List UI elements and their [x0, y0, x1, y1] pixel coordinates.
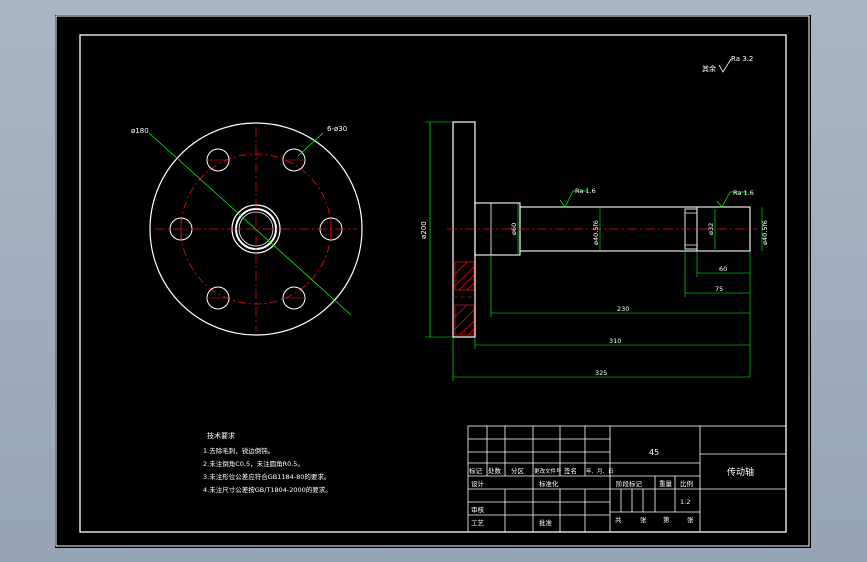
flange-view: ø180 6-ø30 — [131, 122, 363, 336]
svg-text:张: 张 — [640, 515, 647, 524]
drawing-canvas: 其余 Ra 3.2 ø180 6-ø30 ø200 ø60 ø40.5f6 ø3… — [55, 15, 810, 547]
svg-text:更改文件号: 更改文件号 — [534, 467, 562, 475]
svg-text:ø40.5f6: ø40.5f6 — [592, 220, 600, 245]
svg-text:ø60: ø60 — [510, 223, 518, 235]
svg-text:处数: 处数 — [488, 466, 502, 475]
svg-text:1.去除毛刺，锐边倒钝。: 1.去除毛刺，锐边倒钝。 — [203, 446, 274, 455]
svg-text:75: 75 — [715, 285, 723, 293]
svg-text:325: 325 — [595, 369, 607, 377]
svg-text:60: 60 — [719, 265, 727, 273]
cad-viewport[interactable]: 其余 Ra 3.2 ø180 6-ø30 ø200 ø60 ø40.5f6 ø3… — [55, 15, 811, 548]
material-label: 45 — [649, 448, 659, 457]
svg-text:ø200: ø200 — [420, 221, 428, 239]
svg-text:设计: 设计 — [471, 479, 485, 488]
pcd-label: ø180 — [131, 127, 149, 135]
svg-text:重量: 重量 — [659, 480, 673, 488]
svg-text:批准: 批准 — [539, 518, 553, 527]
svg-text:阶段标记: 阶段标记 — [616, 479, 643, 488]
svg-text:3.未注形位公差应符合GB1184-80的要求。: 3.未注形位公差应符合GB1184-80的要求。 — [203, 472, 330, 481]
svg-text:4.未注尺寸公差按GB/T1804-2000的要求。: 4.未注尺寸公差按GB/T1804-2000的要求。 — [203, 485, 332, 494]
svg-text:标记: 标记 — [469, 466, 483, 475]
svg-text:Ra 3.2: Ra 3.2 — [731, 55, 753, 63]
svg-text:签名: 签名 — [564, 466, 577, 475]
svg-text:年、月、日: 年、月、日 — [586, 467, 614, 475]
shaft-view: ø200 ø60 ø40.5f6 ø32 ø40.5f6 Ra 1.6 Ra 1… — [420, 121, 769, 381]
svg-text:标准化: 标准化 — [539, 479, 559, 488]
svg-text:Ra 1.6: Ra 1.6 — [733, 189, 754, 197]
tech-requirements: 技术要求 1.去除毛刺，锐边倒钝。 2.未注倒角C0.5，未注圆角R0.5。 3… — [203, 431, 332, 494]
svg-text:审核: 审核 — [471, 505, 485, 514]
svg-text:310: 310 — [609, 337, 621, 345]
svg-text:比例: 比例 — [680, 479, 693, 488]
title-block — [467, 425, 787, 533]
svg-text:ø32: ø32 — [707, 223, 715, 235]
svg-text:共: 共 — [615, 515, 622, 524]
svg-text:张: 张 — [687, 515, 694, 524]
svg-text:技术要求: 技术要求 — [207, 431, 235, 440]
svg-text:1:2: 1:2 — [680, 498, 690, 506]
sheet-outer-border — [55, 15, 810, 547]
sheet-inner-border — [79, 34, 787, 533]
svg-text:第: 第 — [663, 515, 670, 524]
svg-text:Ra 1.6: Ra 1.6 — [575, 187, 596, 195]
svg-text:工艺: 工艺 — [471, 519, 485, 527]
holes-label: 6-ø30 — [327, 125, 347, 133]
svg-text:其余: 其余 — [702, 64, 716, 73]
svg-text:分区: 分区 — [511, 466, 525, 475]
part-name: 传动轴 — [727, 466, 754, 478]
svg-text:ø40.5f6: ø40.5f6 — [761, 220, 769, 245]
svg-text:2.未注倒角C0.5，未注圆角R0.5。: 2.未注倒角C0.5，未注圆角R0.5。 — [203, 459, 304, 468]
svg-text:230: 230 — [617, 305, 629, 313]
general-roughness: 其余 Ra 3.2 — [702, 55, 753, 73]
